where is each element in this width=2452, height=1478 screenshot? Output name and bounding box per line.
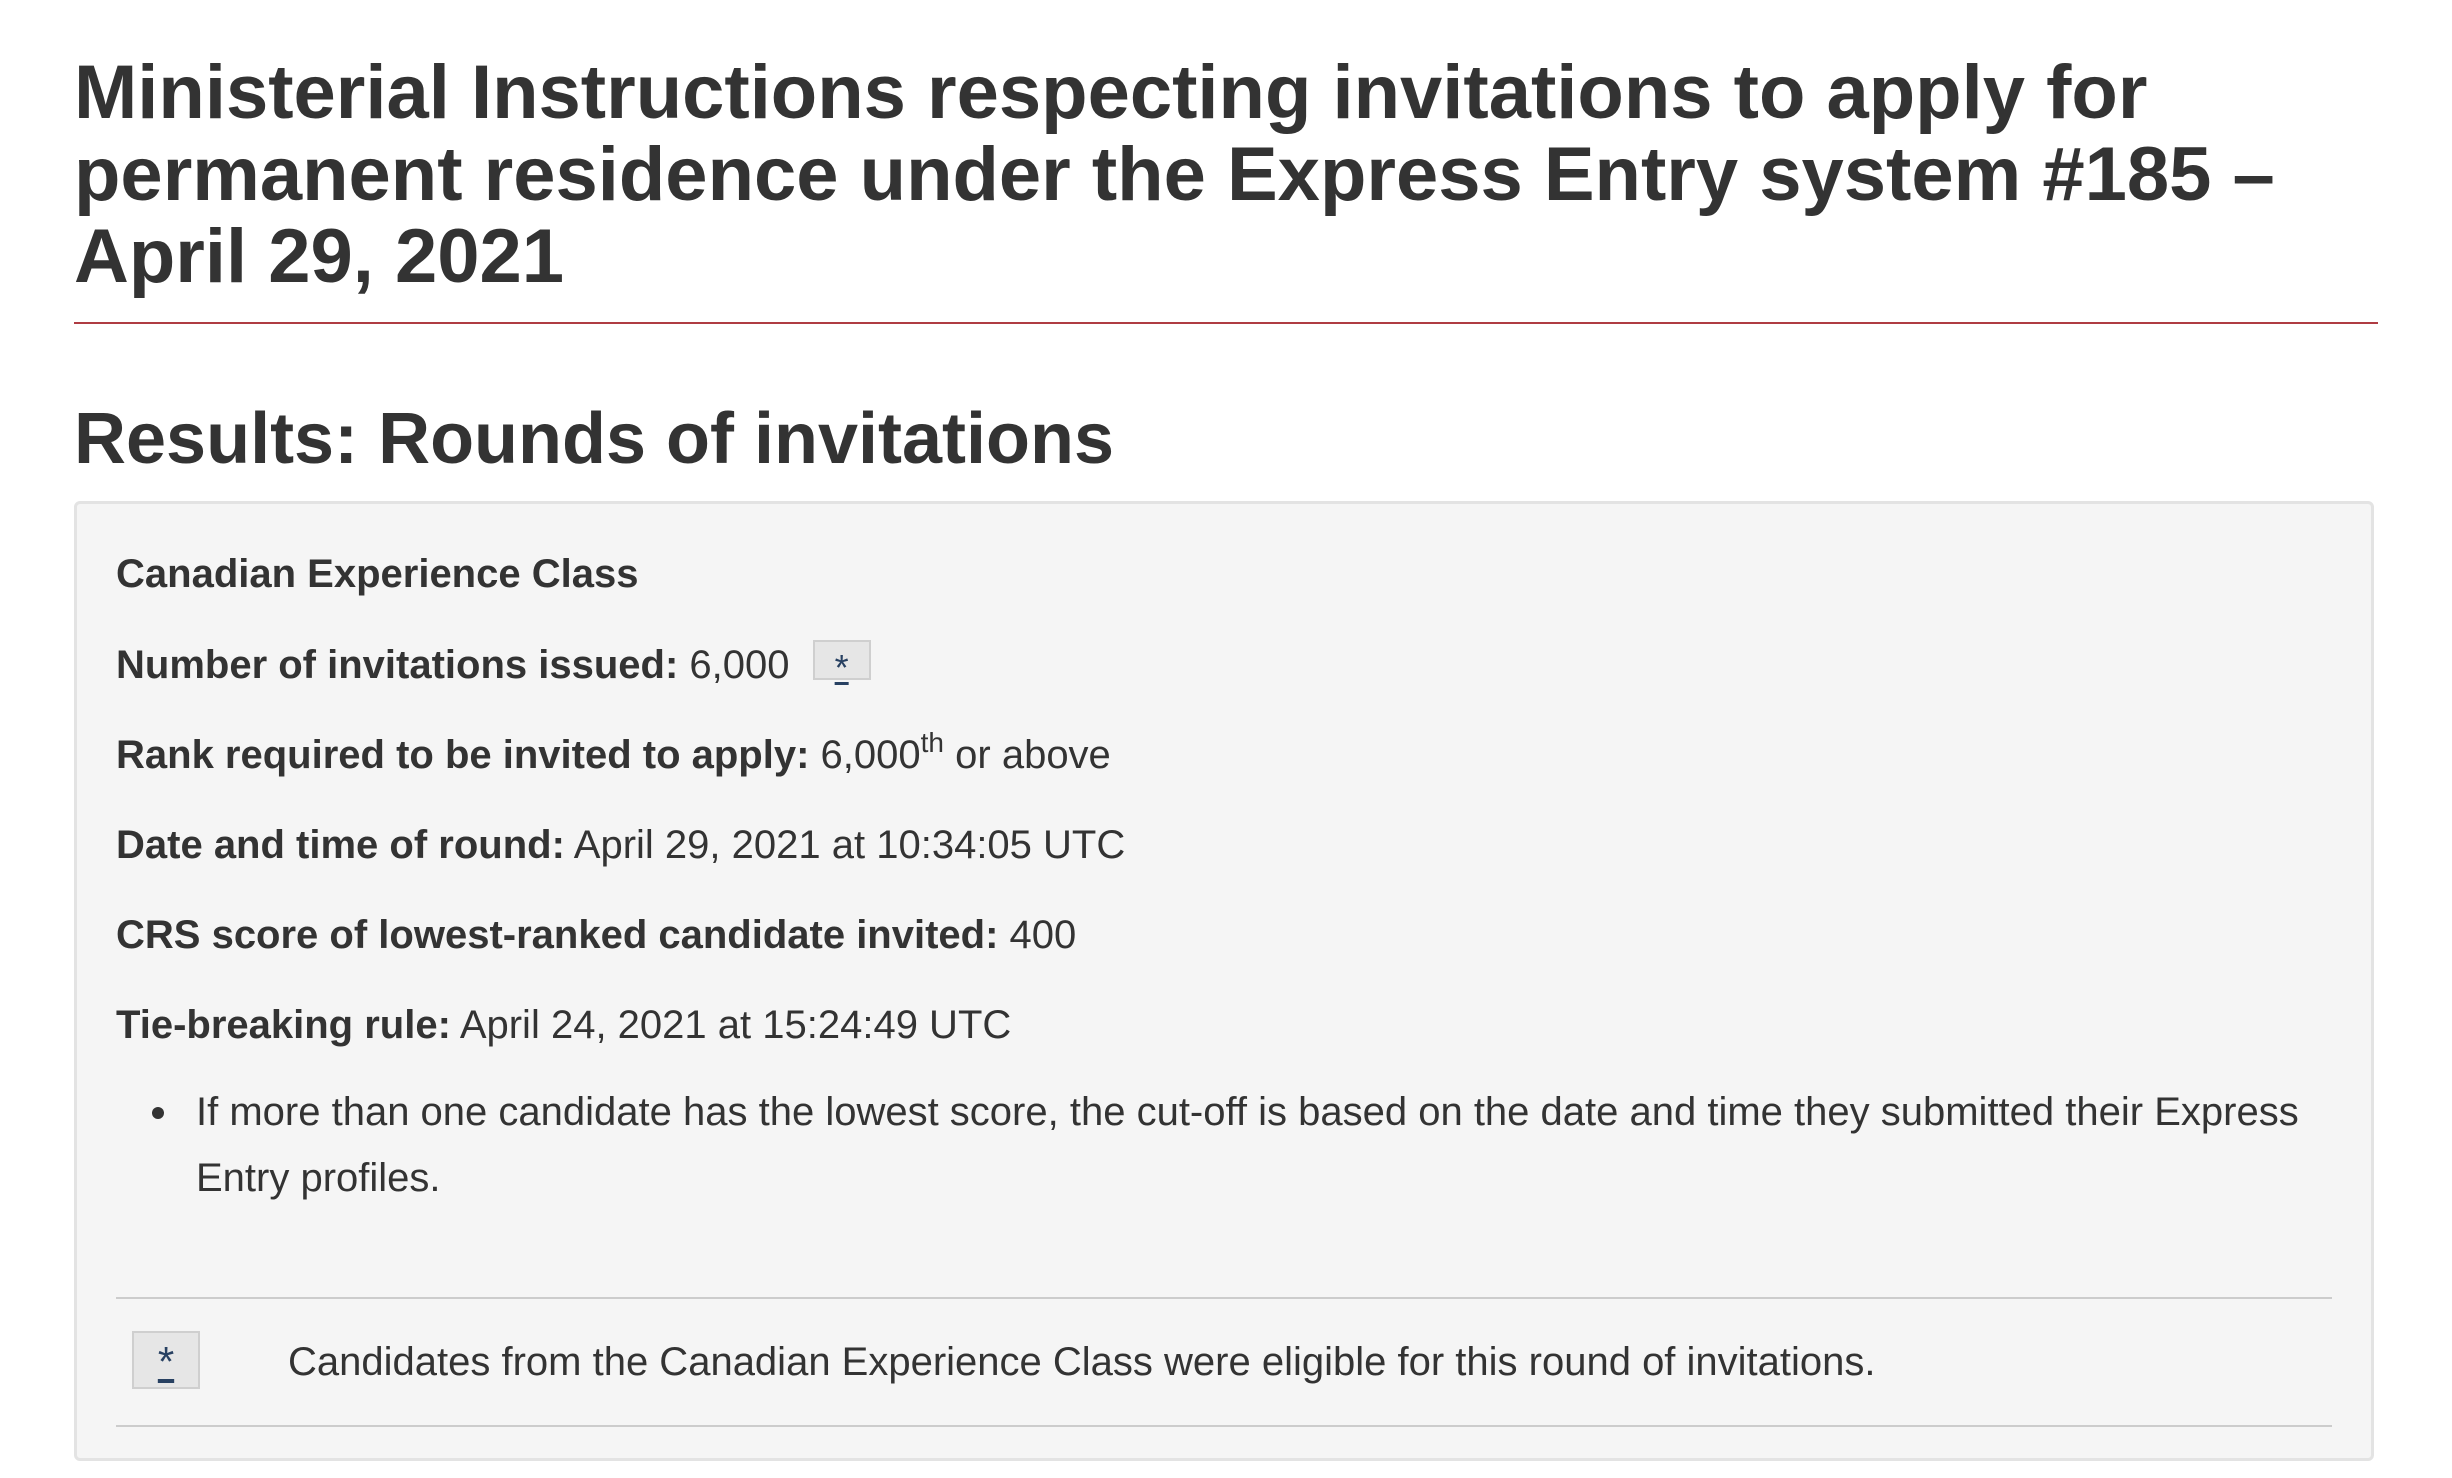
- rank-ordinal-suffix: th: [920, 727, 945, 758]
- section-title: Results: Rounds of invitations: [74, 399, 1115, 479]
- tie-breaking-label: Tie-breaking rule:: [116, 1003, 451, 1047]
- rank-qualifier: or above: [955, 733, 1111, 777]
- invitations-value: 6,000: [689, 643, 790, 687]
- bullet-icon: [152, 1107, 164, 1119]
- round-datetime-value: April 29, 2021 at 10:34:05 UTC: [573, 823, 1126, 867]
- results-panel: Canadian Experience Class Number of invi…: [74, 501, 2374, 1461]
- rank-label: Rank required to be invited to apply:: [116, 733, 810, 777]
- footnote-reference-link[interactable]: *: [812, 640, 871, 688]
- footnote-marker: *: [157, 1338, 175, 1385]
- crs-score-label: CRS score of lowest-ranked candidate inv…: [116, 913, 999, 957]
- title-divider: [74, 322, 2378, 324]
- class-name: Canadian Experience Class: [116, 552, 639, 596]
- round-datetime-label: Date and time of round:: [116, 823, 565, 867]
- list-item: If more than one candidate has the lowes…: [116, 1079, 2316, 1211]
- tie-breaking-row: Tie-breaking rule: April 24, 2021 at 15:…: [116, 1000, 1011, 1050]
- footnote-reference-marker: *: [834, 647, 849, 688]
- footnotes: * Candidates from the Canadian Experienc…: [116, 1297, 2332, 1427]
- invitations-label: Number of invitations issued:: [116, 643, 679, 687]
- tie-breaking-value: April 24, 2021 at 15:24:49 UTC: [459, 1003, 1012, 1047]
- page-title: Ministerial Instructions respecting invi…: [74, 50, 2275, 299]
- crs-score-value: 400: [1009, 913, 1077, 957]
- crs-score-row: CRS score of lowest-ranked candidate inv…: [116, 910, 1076, 960]
- page: Ministerial Instructions respecting invi…: [0, 0, 2452, 1478]
- rank-row: Rank required to be invited to apply: 6,…: [116, 727, 1111, 780]
- tie-breaking-notes: If more than one candidate has the lowes…: [116, 1079, 2316, 1211]
- footnote-return-link[interactable]: *: [132, 1331, 200, 1389]
- footnote-text: Candidates from the Canadian Experience …: [288, 1340, 1876, 1384]
- round-datetime-row: Date and time of round: April 29, 2021 a…: [116, 820, 1125, 870]
- invitations-row: Number of invitations issued: 6,000 *: [116, 640, 871, 690]
- rank-value: 6,000: [820, 733, 921, 777]
- class-name-row: Canadian Experience Class: [116, 549, 638, 599]
- note-text: If more than one candidate has the lowes…: [196, 1090, 2299, 1200]
